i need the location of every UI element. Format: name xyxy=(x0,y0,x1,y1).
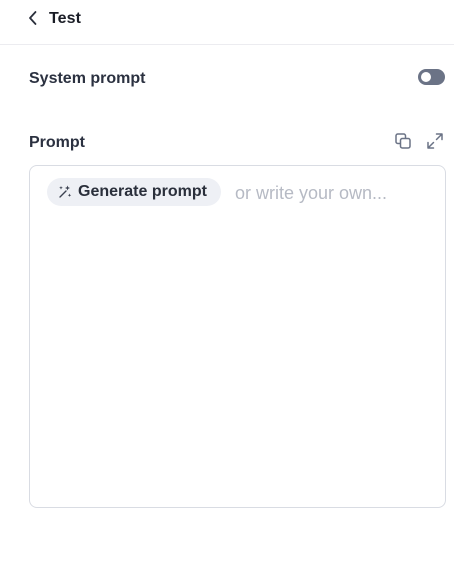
prompt-placeholder: or write your own... xyxy=(235,183,388,203)
generate-prompt-button[interactable]: Generate prompt xyxy=(47,178,221,206)
expand-icon xyxy=(426,132,444,155)
chevron-left-icon xyxy=(27,10,39,31)
copy-icon xyxy=(394,132,412,155)
prompt-textarea[interactable]: Generate prompt or write your own... xyxy=(29,165,446,508)
expand-button[interactable] xyxy=(424,132,446,154)
page-title: Test xyxy=(49,10,82,27)
toggle-knob xyxy=(421,72,431,82)
system-prompt-label: System prompt xyxy=(29,70,146,87)
generate-prompt-label: Generate prompt xyxy=(78,183,207,200)
sparkle-icon xyxy=(57,184,73,200)
copy-button[interactable] xyxy=(392,132,414,154)
header-bar: Test xyxy=(0,0,454,45)
prompt-label: Prompt xyxy=(29,134,85,151)
system-prompt-toggle[interactable] xyxy=(418,69,445,85)
back-button[interactable] xyxy=(22,8,44,32)
